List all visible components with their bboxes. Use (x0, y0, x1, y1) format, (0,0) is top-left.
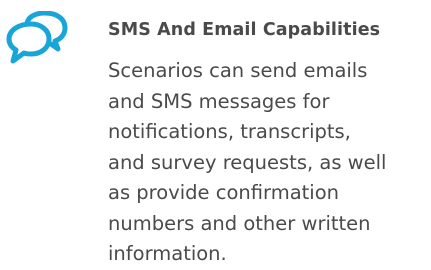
description-line: as provide confirmation (108, 181, 340, 204)
description-line: and survey requests, as well (108, 150, 387, 174)
speech-bubbles-icon (5, 11, 69, 67)
description-line: notifications, transcripts, (108, 120, 351, 143)
description-line: and SMS messages for (108, 89, 330, 113)
feature-description: Scenarios can send emails and SMS messag… (108, 56, 426, 270)
description-line: Scenarios can send emails (108, 59, 368, 82)
description-line: information. (108, 242, 227, 265)
feature-title: SMS And Email Capabilities (108, 20, 381, 40)
feature-card: SMS And Email Capabilities Scenarios can… (0, 0, 431, 266)
description-line: numbers and other written (108, 211, 371, 235)
